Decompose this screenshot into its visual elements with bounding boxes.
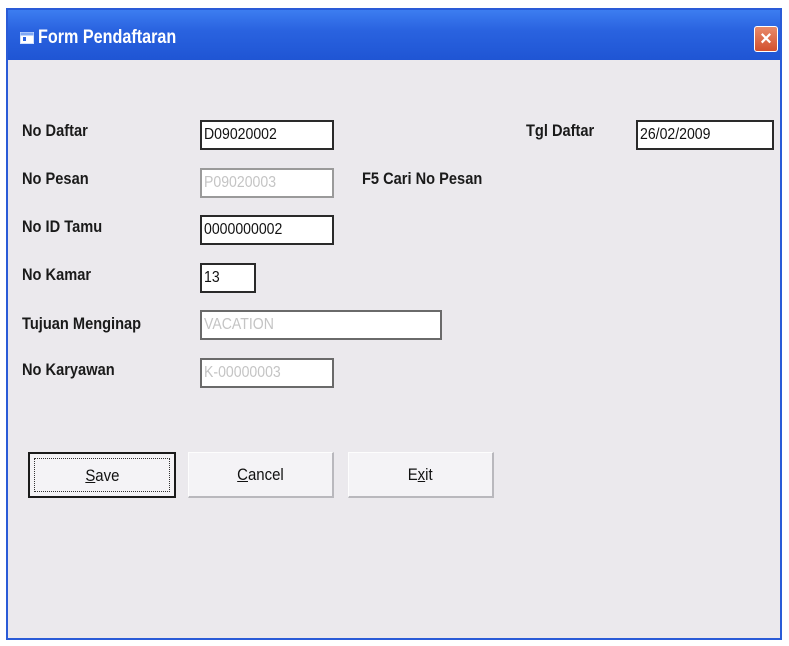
save-button-label: Save [84,466,120,485]
exit-button-label: Exit [408,465,433,484]
tujuan-menginap-input[interactable]: VACATION [200,310,442,340]
close-button[interactable]: × [754,26,778,52]
no-daftar-label: No Daftar [22,121,88,140]
exit-button[interactable]: Exit [348,452,494,498]
tgl-daftar-label: Tgl Daftar [526,121,595,140]
save-button[interactable]: Save [28,452,176,498]
no-daftar-value: D09020002 [204,126,277,143]
no-id-tamu-label: No ID Tamu [22,217,103,236]
tgl-daftar-value: 26/02/2009 [640,126,711,143]
tujuan-menginap-label: Tujuan Menginap [22,314,142,333]
form-body: No Daftar D09020002 Tgl Daftar 26/02/200… [8,60,780,638]
no-pesan-hint: F5 Cari No Pesan [362,169,483,188]
no-id-tamu-input[interactable]: 0000000002 [200,215,334,245]
close-icon: × [760,28,772,50]
cancel-button-label: Cancel [237,465,284,484]
no-pesan-label: No Pesan [22,169,89,188]
no-kamar-input[interactable]: 13 [200,263,256,293]
window-title: Form Pendaftaran [38,27,177,48]
no-kamar-value: 13 [204,269,220,286]
no-karyawan-input[interactable]: K-00000003 [200,358,334,388]
no-pesan-value: P09020003 [204,174,277,191]
tgl-daftar-input[interactable]: 26/02/2009 [636,120,774,150]
tujuan-menginap-value: VACATION [204,316,274,333]
cancel-button[interactable]: Cancel [188,452,334,498]
no-pesan-input[interactable]: P09020003 [200,168,334,198]
form-pendaftaran-window: Form Pendaftaran × No Daftar D09020002 T… [6,8,782,640]
app-window-icon [20,32,34,44]
no-karyawan-value: K-00000003 [204,364,281,381]
no-daftar-input[interactable]: D09020002 [200,120,334,150]
no-karyawan-label: No Karyawan [22,360,115,379]
no-kamar-label: No Kamar [22,265,92,284]
title-bar[interactable]: Form Pendaftaran × [8,10,780,60]
no-id-tamu-value: 0000000002 [204,221,283,238]
